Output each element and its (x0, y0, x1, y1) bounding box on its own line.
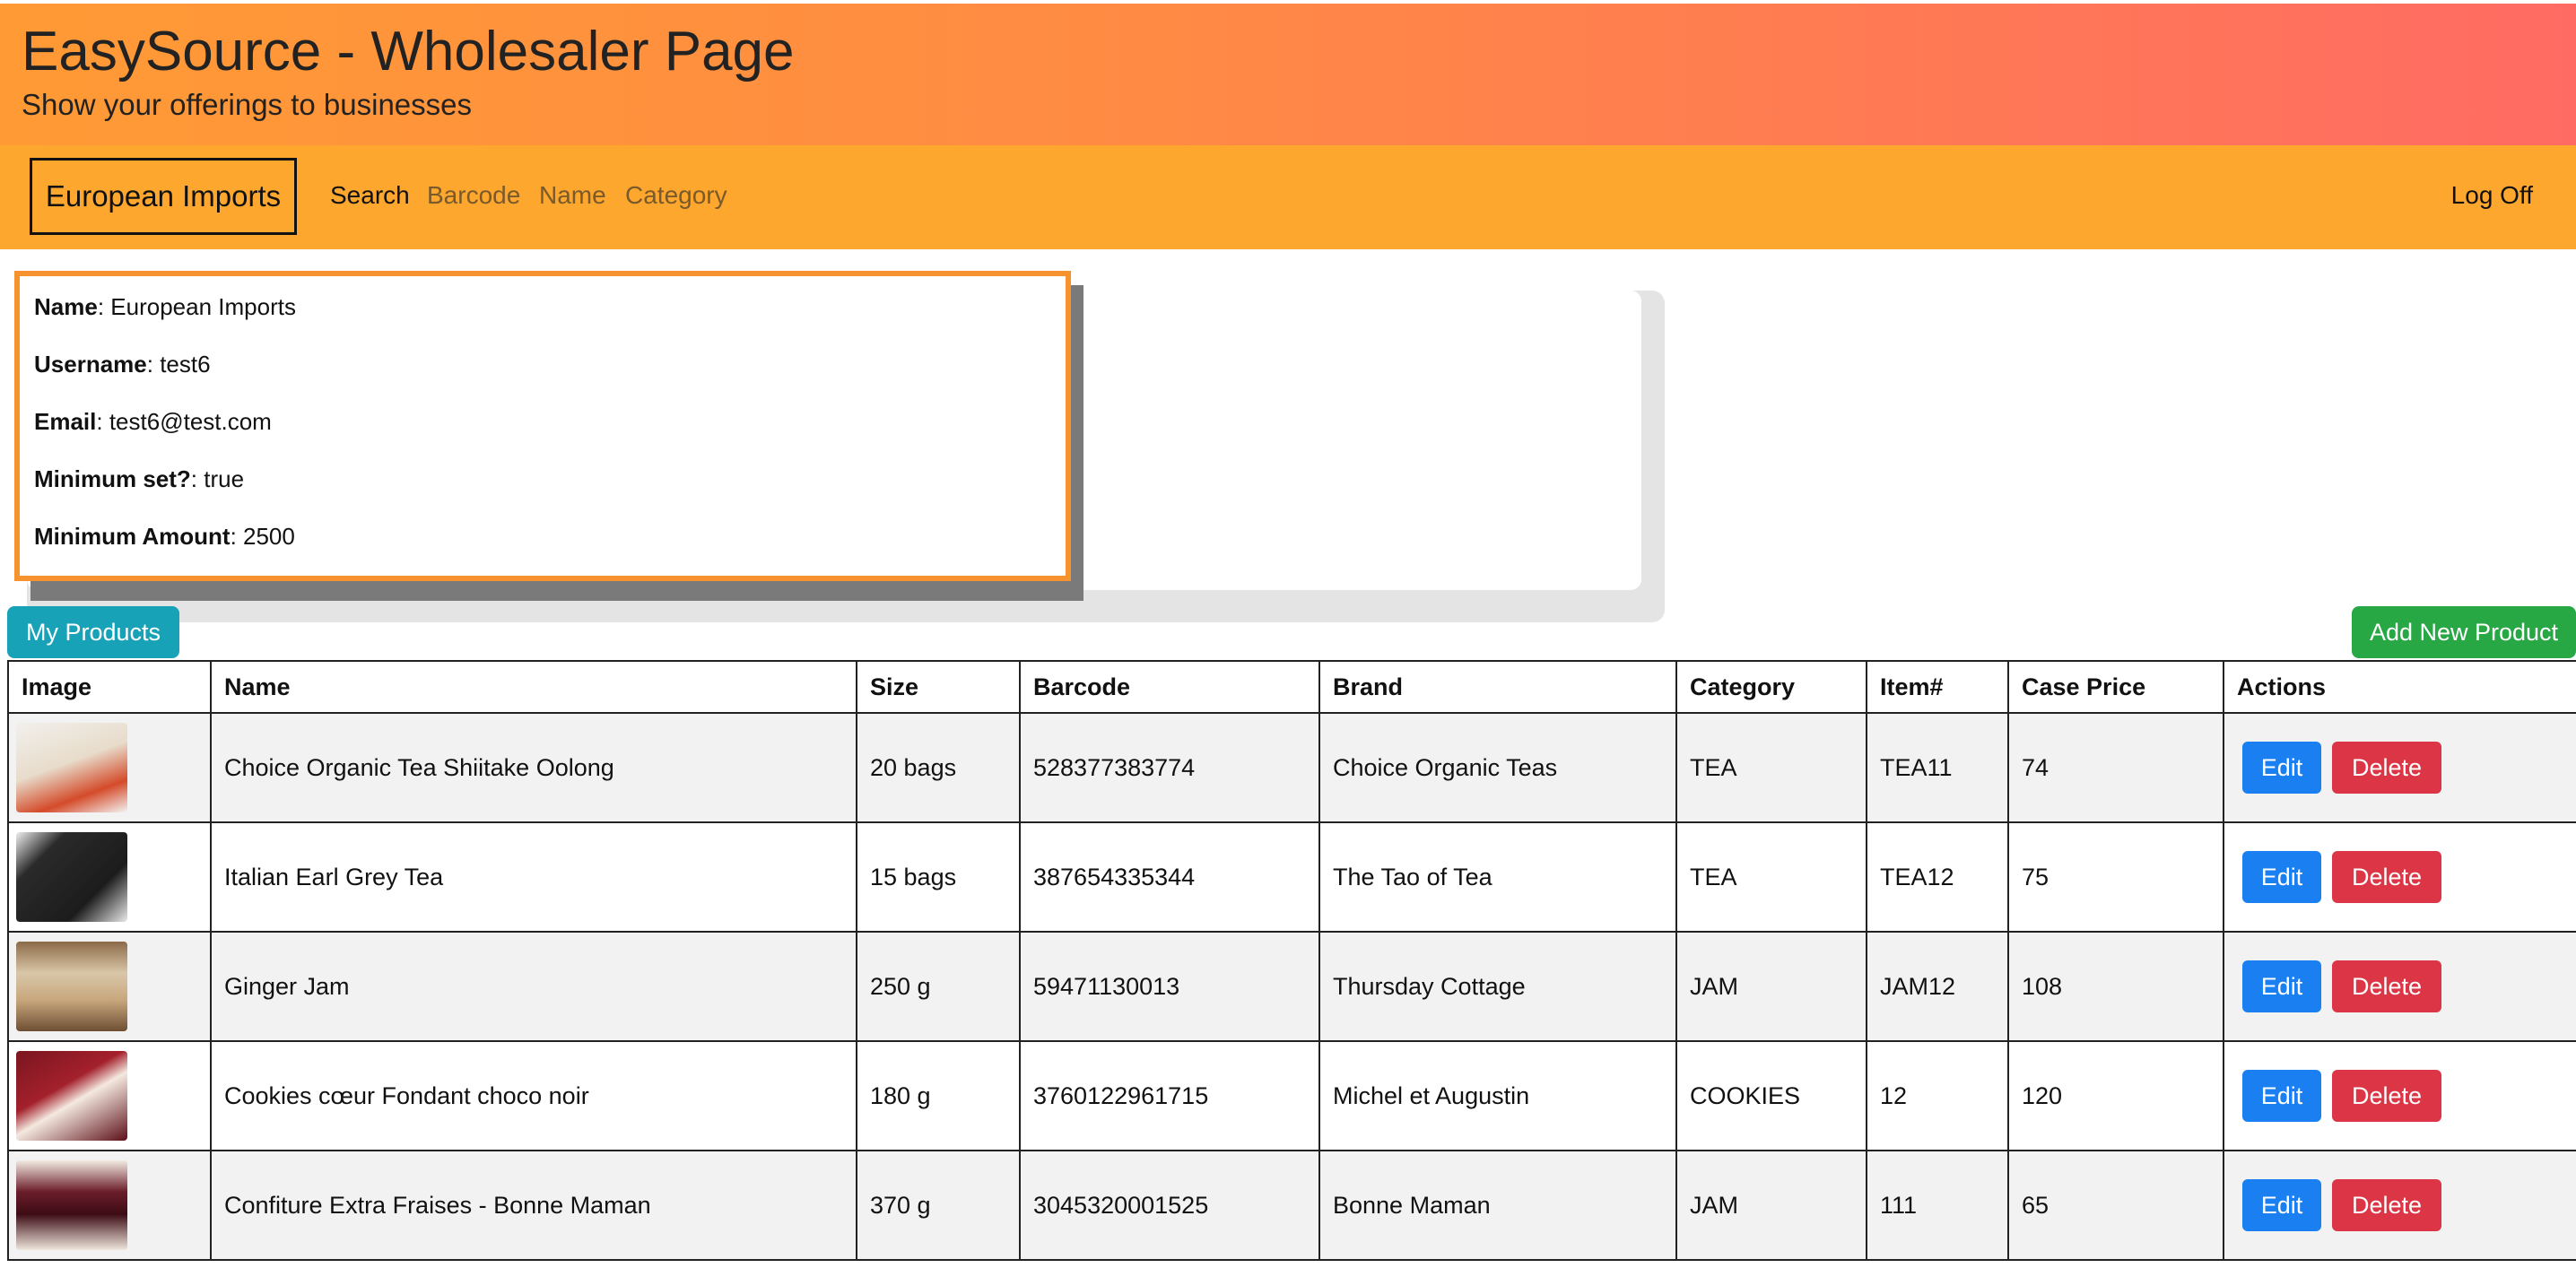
nav-barcode[interactable]: Barcode (427, 181, 520, 210)
product-case-price: 108 (2007, 931, 2224, 1042)
product-brand: The Tao of Tea (1318, 821, 1677, 933)
product-category: JAM (1675, 1150, 1867, 1261)
product-case-price: 65 (2007, 1150, 2224, 1261)
profile-minimum-amount: Minimum Amount: 2500 (34, 523, 295, 550)
col-header-image: Image (7, 660, 212, 714)
product-item-number: TEA12 (1866, 821, 2009, 933)
delete-button[interactable]: Delete (2332, 1070, 2441, 1122)
nav-search[interactable]: Search (330, 181, 410, 210)
product-actions: Edit Delete (2223, 712, 2576, 823)
product-name: Choice Organic Tea Shiitake Oolong (210, 712, 857, 823)
delete-button[interactable]: Delete (2332, 742, 2441, 794)
product-actions: Edit Delete (2223, 1150, 2576, 1261)
product-barcode: 59471130013 (1019, 931, 1320, 1042)
page-title: EasySource - Wholesaler Page (22, 21, 795, 83)
product-item-number: 111 (1866, 1150, 2009, 1261)
product-image-cell (7, 1040, 212, 1151)
col-header-category: Category (1675, 660, 1867, 714)
table-row: Italian Earl Grey Tea 15 bags 3876543353… (7, 821, 2576, 933)
delete-button[interactable]: Delete (2332, 851, 2441, 903)
product-category: TEA (1675, 821, 1867, 933)
col-header-item: Item# (1866, 660, 2009, 714)
product-case-price: 74 (2007, 712, 2224, 823)
col-header-name: Name (210, 660, 857, 714)
edit-button[interactable]: Edit (2242, 960, 2321, 1012)
product-item-number: TEA11 (1866, 712, 2009, 823)
products-table: Image Name Size Barcode Brand Category I… (7, 660, 2576, 1261)
product-name: Confiture Extra Fraises - Bonne Maman (210, 1150, 857, 1261)
product-image-cell (7, 1150, 212, 1261)
product-size: 250 g (856, 931, 1021, 1042)
product-barcode: 387654335344 (1019, 821, 1320, 933)
product-brand: Thursday Cottage (1318, 931, 1677, 1042)
product-image (16, 942, 127, 1031)
product-actions: Edit Delete (2223, 1040, 2576, 1151)
page-subtitle: Show your offerings to businesses (22, 88, 473, 121)
product-size: 180 g (856, 1040, 1021, 1151)
delete-button[interactable]: Delete (2332, 960, 2441, 1012)
product-actions: Edit Delete (2223, 931, 2576, 1042)
product-size: 15 bags (856, 821, 1021, 933)
col-header-actions: Actions (2223, 660, 2576, 714)
product-case-price: 120 (2007, 1040, 2224, 1151)
product-image (16, 723, 127, 812)
product-barcode: 3045320001525 (1019, 1150, 1320, 1261)
product-name: Italian Earl Grey Tea (210, 821, 857, 933)
table-header-row: Image Name Size Barcode Brand Category I… (7, 660, 2576, 714)
product-name: Ginger Jam (210, 931, 857, 1042)
product-brand: Michel et Augustin (1318, 1040, 1677, 1151)
add-new-product-button[interactable]: Add New Product (2352, 606, 2576, 658)
product-image-cell (7, 712, 212, 823)
profile-minimum-set: Minimum set?: true (34, 465, 245, 492)
product-barcode: 3760122961715 (1019, 1040, 1320, 1151)
product-image (16, 1051, 127, 1141)
product-image (16, 832, 127, 922)
table-row: Ginger Jam 250 g 59471130013 Thursday Co… (7, 931, 2576, 1042)
delete-button[interactable]: Delete (2332, 1179, 2441, 1231)
my-products-button[interactable]: My Products (7, 606, 179, 658)
product-category: JAM (1675, 931, 1867, 1042)
edit-button[interactable]: Edit (2242, 1070, 2321, 1122)
table-row: Confiture Extra Fraises - Bonne Maman 37… (7, 1150, 2576, 1261)
table-row: Choice Organic Tea Shiitake Oolong 20 ba… (7, 712, 2576, 823)
product-name: Cookies cœur Fondant choco noir (210, 1040, 857, 1151)
product-category: COOKIES (1675, 1040, 1867, 1151)
navbar-brand[interactable]: European Imports (30, 158, 297, 235)
product-brand: Choice Organic Teas (1318, 712, 1677, 823)
product-item-number: JAM12 (1866, 931, 2009, 1042)
product-image-cell (7, 821, 212, 933)
edit-button[interactable]: Edit (2242, 851, 2321, 903)
profile-email: Email: test6@test.com (34, 408, 272, 435)
edit-button[interactable]: Edit (2242, 1179, 2321, 1231)
product-item-number: 12 (1866, 1040, 2009, 1151)
col-header-case-price: Case Price (2007, 660, 2224, 714)
table-row: Cookies cœur Fondant choco noir 180 g 37… (7, 1040, 2576, 1151)
navbar: European Imports Search Barcode Name Cat… (0, 145, 2576, 249)
product-barcode: 528377383774 (1019, 712, 1320, 823)
product-image (16, 1160, 127, 1250)
product-category: TEA (1675, 712, 1867, 823)
product-size: 370 g (856, 1150, 1021, 1261)
edit-button[interactable]: Edit (2242, 742, 2321, 794)
profile-username: Username: test6 (34, 351, 211, 378)
header-banner: EasySource - Wholesaler Page Show your o… (0, 0, 2576, 145)
col-header-barcode: Barcode (1019, 660, 1320, 714)
product-size: 20 bags (856, 712, 1021, 823)
profile-name: Name: European Imports (34, 293, 296, 320)
nav-category[interactable]: Category (625, 181, 727, 210)
nav-name[interactable]: Name (539, 181, 606, 210)
profile-info-box: Name: European Imports Username: test6 E… (14, 271, 1071, 581)
col-header-size: Size (856, 660, 1021, 714)
col-header-brand: Brand (1318, 660, 1677, 714)
product-brand: Bonne Maman (1318, 1150, 1677, 1261)
product-actions: Edit Delete (2223, 821, 2576, 933)
product-case-price: 75 (2007, 821, 2224, 933)
product-image-cell (7, 931, 212, 1042)
log-off-link[interactable]: Log Off (2451, 181, 2533, 210)
